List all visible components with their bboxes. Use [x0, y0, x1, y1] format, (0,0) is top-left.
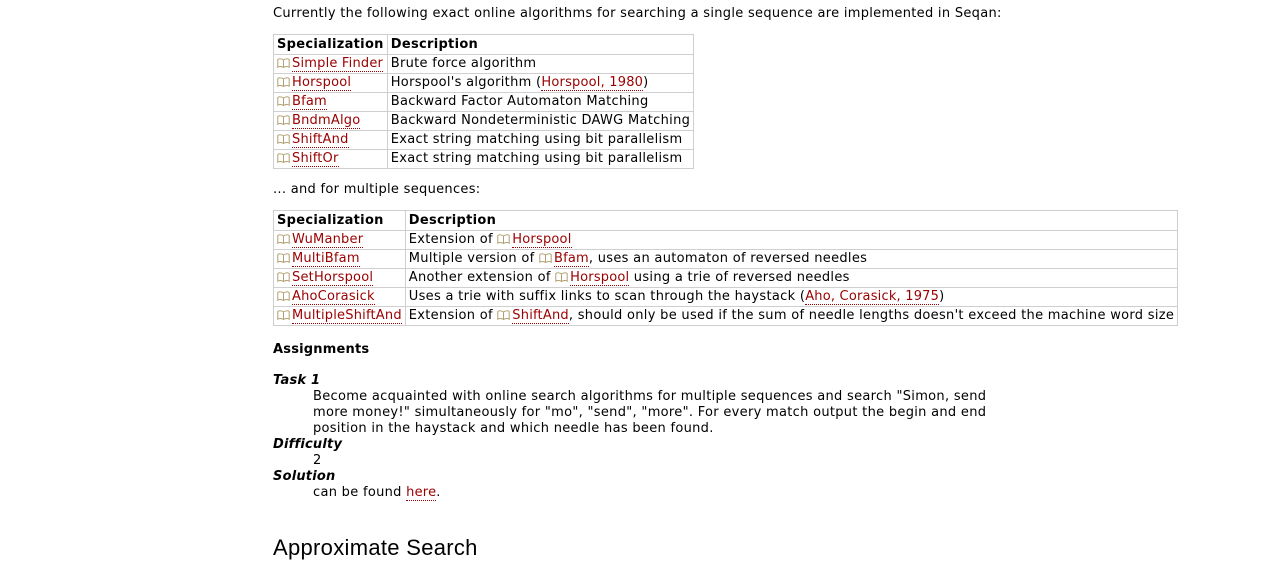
header-description: Description — [404, 210, 1179, 231]
difficulty-label: Difficulty — [273, 437, 343, 452]
book-icon — [555, 272, 568, 282]
solution-text: can be found here. — [313, 485, 1013, 501]
citation-link-horspool-1980[interactable]: Horspool, 1980 — [541, 75, 644, 91]
desc-text: Extension of — [408, 232, 498, 247]
assignment-list: Task 1 Become acquainted with online sea… — [273, 373, 1013, 501]
inline-link-bfam[interactable]: Bfam — [553, 251, 589, 267]
desc-text: using a trie of reversed needles — [629, 270, 850, 285]
book-icon — [277, 115, 290, 125]
page-content: Currently the following exact online alg… — [273, 5, 1179, 561]
desc-text: ) — [939, 289, 945, 304]
algo-description: Backward Nondeterministic DAWG Matching — [386, 111, 695, 131]
section-title-approximate-search: Approximate Search — [273, 535, 478, 560]
solution-label: Solution — [273, 469, 336, 484]
table-row: AhoCorasick Uses a trie with suffix link… — [273, 287, 1179, 307]
multiple-sequences-table: Specialization Description WuManber Exte… — [273, 210, 1179, 326]
desc-text: Horspool's algorithm ( — [390, 75, 542, 90]
desc-text: , should only be used if the sum of need… — [568, 308, 1175, 323]
header-specialization: Specialization — [273, 34, 388, 55]
book-icon — [277, 253, 290, 263]
algo-description: Exact string matching using bit parallel… — [386, 130, 695, 150]
algo-link-multibfam[interactable]: MultiBfam — [292, 251, 360, 267]
desc-text: Extension of — [408, 308, 498, 323]
algo-link-shiftand[interactable]: ShiftAnd — [292, 132, 349, 148]
book-icon — [277, 234, 290, 244]
table-row: Simple Finder Brute force algorithm — [273, 54, 695, 74]
book-icon — [497, 234, 510, 244]
desc-text: , uses an automaton of reversed needles — [588, 251, 868, 266]
desc-text: ) — [643, 75, 649, 90]
book-icon — [277, 153, 290, 163]
table-row: Horspool Horspool's algorithm (Horspool,… — [273, 73, 695, 93]
algo-description: Backward Factor Automaton Matching — [386, 92, 695, 112]
algo-description: Exact string matching using bit parallel… — [386, 149, 695, 169]
inline-link-shiftand[interactable]: ShiftAnd — [512, 308, 569, 324]
table-row: ShiftAnd Exact string matching using bit… — [273, 130, 695, 150]
single-sequence-table: Specialization Description Simple Finder… — [273, 34, 695, 169]
book-icon — [497, 310, 510, 320]
algo-link-multipleshiftand[interactable]: MultipleShiftAnd — [292, 308, 402, 324]
assignments-heading: Assignments — [273, 342, 370, 357]
algo-link-ahocorasick[interactable]: AhoCorasick — [292, 289, 375, 305]
inline-link-horspool[interactable]: Horspool — [570, 270, 630, 286]
book-icon — [277, 291, 290, 301]
algo-link-wumanber[interactable]: WuManber — [292, 232, 364, 248]
algo-description: Uses a trie with suffix links to scan th… — [404, 287, 1179, 307]
algo-description: Another extension of Horspool using a tr… — [404, 268, 1179, 288]
task-text: Become acquainted with online search alg… — [313, 389, 987, 436]
algo-description: Extension of Horspool — [404, 230, 1179, 250]
solution-link[interactable]: here — [406, 485, 437, 501]
table-header-row: Specialization Description — [273, 210, 1179, 231]
algo-link-shiftor[interactable]: ShiftOr — [292, 151, 339, 167]
desc-text: Another extension of — [408, 270, 556, 285]
desc-text: Uses a trie with suffix links to scan th… — [408, 289, 806, 304]
book-icon — [277, 77, 290, 87]
table-row: BndmAlgo Backward Nondeterministic DAWG … — [273, 111, 695, 131]
algo-link-bndmalgo[interactable]: BndmAlgo — [292, 113, 361, 129]
solution-prefix: can be found — [313, 485, 407, 500]
intro-paragraph: Currently the following exact online alg… — [273, 6, 1002, 21]
citation-link-aho-corasick-1975[interactable]: Aho, Corasick, 1975 — [805, 289, 940, 305]
multi-intro-paragraph: ... and for multiple sequences: — [273, 182, 481, 197]
difficulty-value: 2 — [313, 453, 322, 468]
table-row: MultipleShiftAnd Extension of ShiftAnd, … — [273, 306, 1179, 326]
table-header-row: Specialization Description — [273, 34, 695, 55]
algo-description: Horspool's algorithm (Horspool, 1980) — [386, 73, 695, 93]
book-icon — [277, 134, 290, 144]
book-icon — [277, 310, 290, 320]
header-description: Description — [386, 34, 695, 55]
algo-link-horspool[interactable]: Horspool — [292, 75, 352, 91]
book-icon — [277, 96, 290, 106]
table-row: ShiftOr Exact string matching using bit … — [273, 149, 695, 169]
desc-text: Multiple version of — [408, 251, 539, 266]
book-icon — [539, 253, 552, 263]
table-row: Bfam Backward Factor Automaton Matching — [273, 92, 695, 112]
book-icon — [277, 272, 290, 282]
table-row: WuManber Extension of Horspool — [273, 230, 1179, 250]
algo-description: Extension of ShiftAnd, should only be us… — [404, 306, 1179, 326]
algo-link-sethorspool[interactable]: SetHorspool — [292, 270, 374, 286]
algo-description: Multiple version of Bfam, uses an automa… — [404, 249, 1179, 269]
book-icon — [277, 58, 290, 68]
header-specialization: Specialization — [273, 210, 406, 231]
inline-link-horspool[interactable]: Horspool — [512, 232, 572, 248]
table-row: SetHorspool Another extension of Horspoo… — [273, 268, 1179, 288]
task-label: Task 1 — [273, 373, 321, 388]
algo-description: Brute force algorithm — [386, 54, 695, 74]
algo-link-simple-finder[interactable]: Simple Finder — [292, 56, 384, 72]
solution-suffix: . — [436, 485, 441, 500]
table-row: MultiBfam Multiple version of Bfam, uses… — [273, 249, 1179, 269]
algo-link-bfam[interactable]: Bfam — [292, 94, 327, 110]
